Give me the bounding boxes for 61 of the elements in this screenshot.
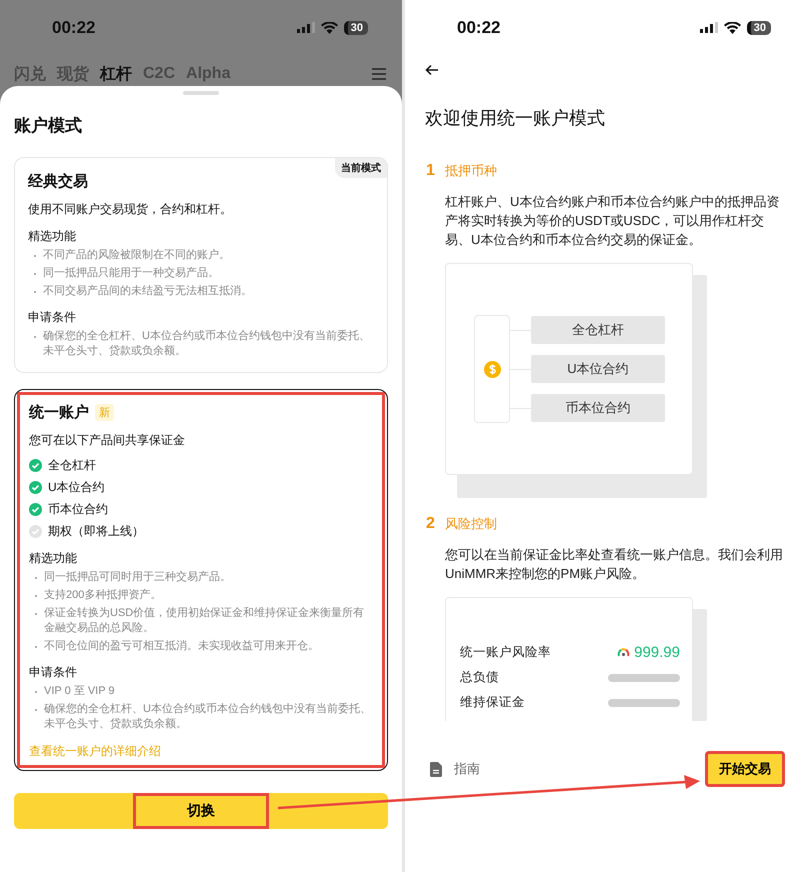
- mode-card[interactable]: 当前模式 经典交易 使用不同账户交易现货，合约和杠杆。 精选功能 不同产品的风险被限制在不同的账户。 同一抵押品只能用于一种交易产品。 不同交易产品间的未结盈亏无法相互抵消。 申请条件 确保您的全仓杠杆、U本位合约或币本位合约钱包中没有当前委托、未平仓头寸、贷款或负余额。: [14, 157, 388, 373]
- bullet-text: VIP 0 至 VIP 9: [44, 684, 116, 699]
- bullet-text: 不同产品的风险被限制在不同的账户。: [43, 248, 231, 263]
- sheet-title: 账户模式: [14, 115, 83, 137]
- switch-button[interactable]: 切换: [14, 793, 388, 829]
- account-item: 全仓杠杆: [531, 316, 665, 344]
- battery-indicator: 30: [746, 21, 771, 35]
- bullet-text: 保证金转换为USD价值，使用初始保证金和维持保证金来衡量所有金融交易品的总风险。: [44, 606, 366, 636]
- wifi-icon: [320, 22, 338, 34]
- bullet-text: 支持200多种抵押资产。: [44, 588, 162, 603]
- back-arrow-icon[interactable]: [425, 64, 439, 76]
- section-heading: 精选功能: [29, 550, 78, 567]
- placeholder-bar: [608, 674, 680, 682]
- step-number: 2: [426, 515, 435, 533]
- card-description: 使用不同账户交易现货，合约和杠杆。: [28, 201, 233, 218]
- menu-icon[interactable]: [372, 68, 386, 80]
- document-icon: [430, 762, 442, 776]
- bullet-text: 确保您的全仓杠杆、U本位合约或币本位合约钱包中没有当前委托、未平仓头寸、贷款或负余额。: [44, 702, 372, 732]
- bullet-text: 同一抵押品可同时用于三种交易产品。: [44, 570, 232, 585]
- coin-icon: [484, 360, 500, 378]
- card-description: 您可在以下产品间共享保证金: [29, 432, 186, 449]
- signal-icon: [700, 22, 718, 34]
- card-title: 经典交易: [28, 172, 88, 191]
- start-trading-button[interactable]: 开始交易: [705, 751, 785, 787]
- current-mode-badge: 当前模式: [335, 158, 387, 178]
- section-heading: 申请条件: [28, 309, 77, 326]
- step-number: 1: [426, 162, 435, 180]
- gauge-icon: [617, 647, 630, 658]
- signal-icon: [296, 22, 315, 34]
- step-title: 抵押币种: [444, 162, 497, 180]
- risk-label: 统一账户风险率: [460, 644, 551, 661]
- new-badge: 新: [95, 404, 114, 421]
- step-text: 杠杆账户、U本位合约账户和币本位合约账户中的抵押品资产将实时转换为等价的USDT或USDC，可以用作杠杆交易、U本位合约和币本位合约交易的保证金。: [445, 193, 780, 249]
- risk-label: 总负债: [460, 669, 499, 686]
- product-label: 全仓杠杆: [48, 457, 96, 474]
- bullet-text: 确保您的全仓杠杆、U本位合约或币本位合约钱包中没有当前委托、未平仓头寸、贷款或负余额。: [43, 329, 371, 359]
- product-label: 币本位合约: [48, 501, 108, 518]
- risk-value: 999.99: [634, 644, 680, 661]
- guide-link[interactable]: 指南: [430, 760, 480, 778]
- status-time: 00:22: [457, 18, 500, 38]
- bullet-text: 不同仓位间的盈亏可相互抵消。未实现收益可用来开仓。: [44, 639, 320, 654]
- product-label: 期权（即将上线）: [48, 523, 144, 540]
- risk-label: 维持保证金: [460, 694, 525, 711]
- account-item: U本位合约: [531, 355, 665, 383]
- drag-handle[interactable]: [183, 91, 219, 95]
- status-time: 00:22: [52, 18, 96, 38]
- guide-label: 指南: [454, 760, 480, 778]
- battery-indicator: 30: [344, 21, 368, 35]
- tab[interactable]: 杠杆: [100, 64, 132, 84]
- step-text: 您可以在当前保证金比率处查看统一账户信息。我们会利用UniMMR来控制您的PM账户风险。: [445, 546, 784, 583]
- step-title: 风险控制: [444, 515, 497, 533]
- placeholder-bar: [608, 698, 680, 706]
- product-label: U本位合约: [48, 479, 105, 496]
- bullet-text: 不同交易产品间的未结盈亏无法相互抵消。: [43, 284, 253, 299]
- account-item: 币本位合约: [531, 394, 665, 422]
- bullet-text: 同一抵押品只能用于一种交易产品。: [43, 266, 220, 281]
- page-title: 欢迎使用统一账户模式: [425, 107, 606, 130]
- card-title: 统一账户: [29, 403, 89, 422]
- wifi-icon: [724, 22, 741, 34]
- section-heading: 申请条件: [29, 664, 78, 681]
- section-heading: 精选功能: [28, 228, 77, 245]
